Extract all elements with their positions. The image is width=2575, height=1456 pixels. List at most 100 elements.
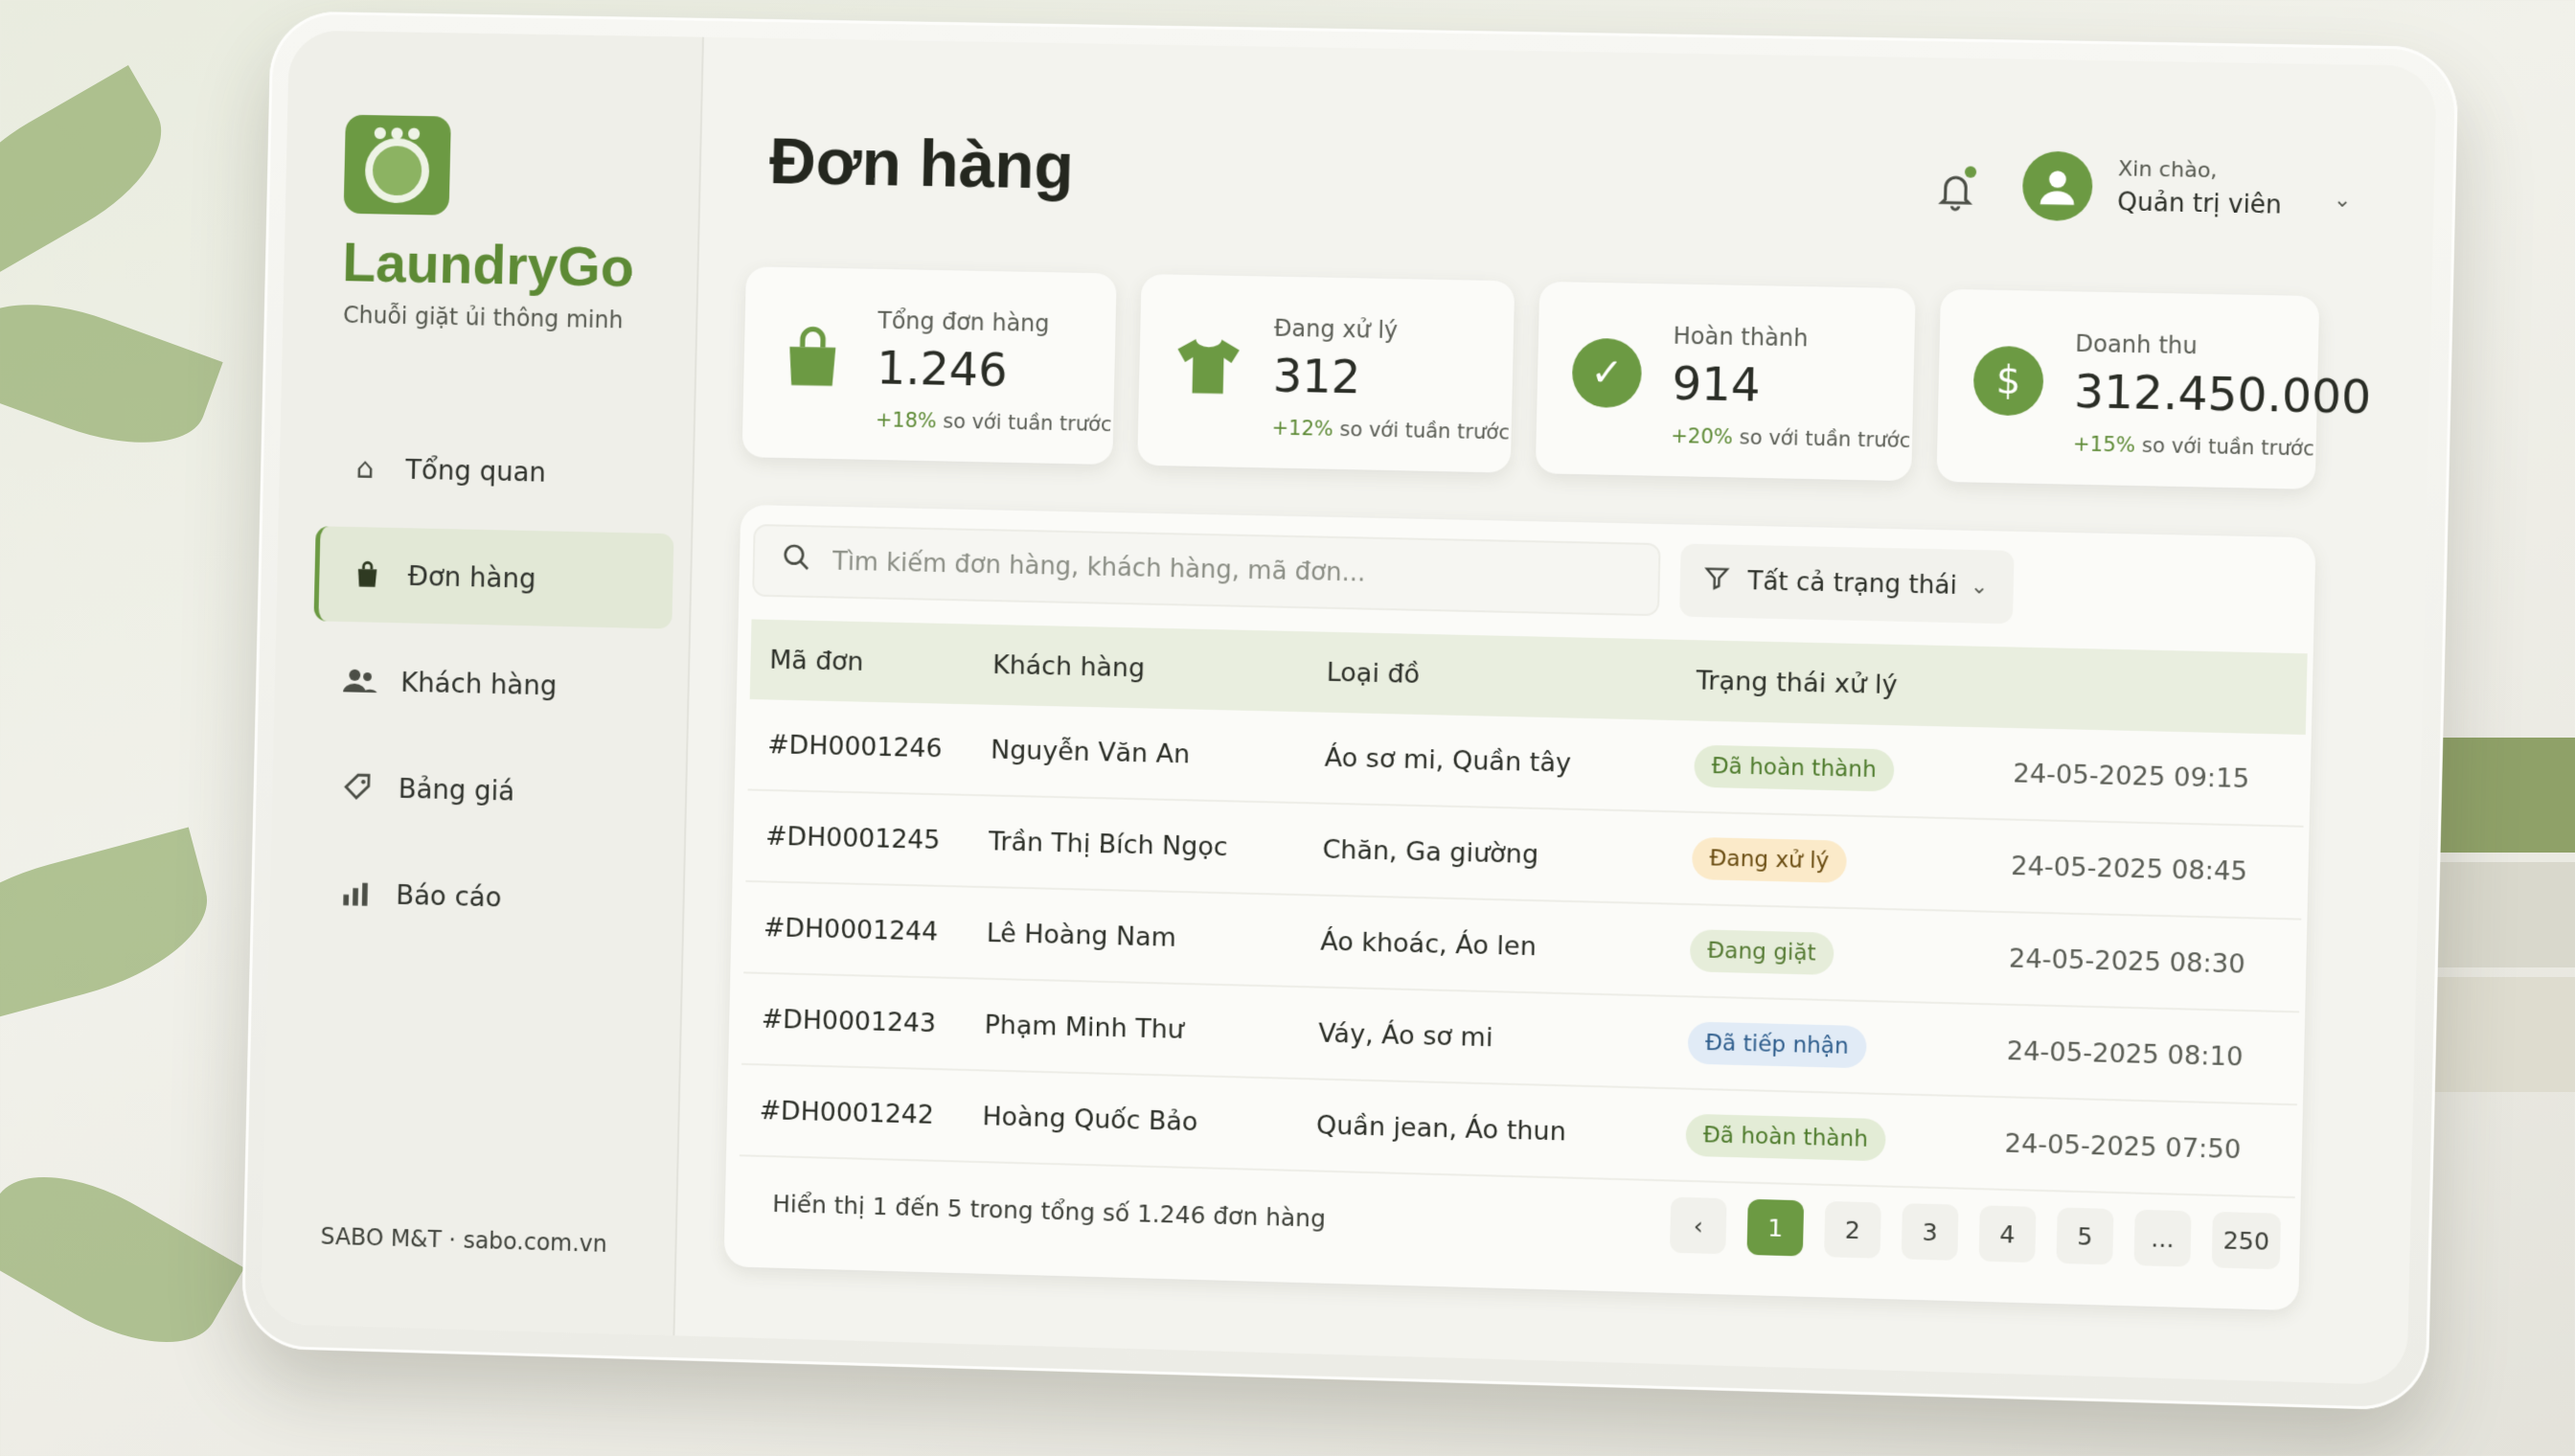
stat-label: Hoàn thành	[1673, 322, 1809, 353]
status-badge: Đang xử lý	[1691, 836, 1847, 883]
search-input[interactable]	[832, 547, 1616, 594]
sidebar: ●●● LaundryGo Chuỗi giặt ủi thông minh ⌂…	[260, 30, 704, 1336]
stat-card-revenue: $ Doanh thu 312.450.000 +15% so với tuần…	[1936, 288, 2372, 489]
sidebar-item-overview[interactable]: ⌂ Tổng quan	[316, 420, 676, 522]
stat-delta: +15% so với tuần trước	[2072, 432, 2315, 461]
price-tag-icon	[338, 766, 378, 808]
page-button-4[interactable]: 4	[1978, 1205, 2037, 1263]
stat-delta: +12% so với tuần trước	[1271, 416, 1511, 444]
sidebar-item-customers[interactable]: Khách hàng	[311, 632, 672, 736]
sidebar-item-reports[interactable]: Báo cáo	[307, 845, 667, 948]
status-badge: Đã hoàn thành	[1685, 1113, 1886, 1162]
sidebar-item-label: Khách hàng	[399, 666, 558, 701]
sidebar-item-label: Tổng quan	[404, 453, 547, 489]
stats-cards: Tổng đơn hàng 1.246 +18% so với tuần trư…	[741, 266, 2372, 489]
item-types: Quần jean, Áo thun	[1315, 1109, 1567, 1147]
stat-delta: +18% so với tuần trước	[875, 408, 1112, 437]
status-badge: Đã hoàn thành	[1694, 744, 1895, 792]
stat-label: Đang xử lý	[1273, 314, 1399, 345]
order-id: #DH0001246	[767, 729, 943, 763]
chevron-down-icon[interactable]: ⌄	[2334, 188, 2352, 213]
column-header[interactable]: Trạng thái xử lý	[1696, 666, 2016, 703]
customer-name: Phạm Minh Thư	[984, 1010, 1185, 1045]
order-time: 24-05-2025 09:15	[2013, 758, 2250, 794]
main-content: Đơn hàng Xin chào, Quản trị viên ⌄ Tổng …	[674, 37, 2437, 1385]
order-id: #DH0001245	[764, 821, 941, 855]
shopping-bag-icon	[347, 555, 387, 596]
app-screen: ●●● LaundryGo Chuỗi giặt ủi thông minh ⌂…	[260, 30, 2437, 1386]
status-badge: Đã tiếp nhận	[1687, 1021, 1867, 1069]
customer-name: Lê Hoàng Nam	[986, 918, 1177, 953]
sidebar-item-label: Đơn hàng	[407, 559, 536, 595]
page-button-5[interactable]: 5	[2056, 1207, 2114, 1265]
stat-value: 312	[1272, 349, 1361, 405]
check-circle-icon: ✓	[1571, 337, 1643, 409]
stat-label: Tổng đơn hàng	[877, 307, 1050, 338]
bar-chart-icon	[335, 873, 376, 914]
tablet-device: ●●● LaundryGo Chuỗi giặt ủi thông minh ⌂…	[240, 11, 2459, 1411]
orders-panel: Tất cả trạng thái ⌄ Mã đơn Khách hàng Lo…	[723, 504, 2316, 1311]
stat-value: 312.450.000	[2073, 364, 2372, 425]
stat-label: Doanh thu	[2075, 330, 2199, 360]
column-header[interactable]: Loại đồ	[1326, 657, 1697, 695]
sidebar-item-pricing[interactable]: Bảng giá	[308, 739, 669, 842]
sidebar-footer: SABO M&T · sabo.com.vn	[320, 1222, 608, 1258]
search-bar[interactable]	[752, 524, 1661, 617]
sidebar-item-orders[interactable]: Đơn hàng	[313, 526, 674, 629]
background-leaf	[0, 65, 186, 280]
filter-label: Tất cả trạng thái	[1746, 567, 1958, 601]
order-id: #DH0001244	[763, 912, 939, 947]
item-types: Áo khoác, Áo len	[1320, 926, 1538, 962]
sidebar-item-label: Bảng giá	[398, 772, 515, 808]
order-time: 24-05-2025 08:45	[2010, 851, 2248, 887]
user-greeting: Xin chào,	[2117, 157, 2218, 184]
stat-card-completed: ✓ Hoàn thành 914 +20% so với tuần trước	[1535, 281, 1916, 482]
home-icon: ⌂	[355, 451, 375, 486]
prev-page-button[interactable]: ‹	[1669, 1196, 1727, 1255]
column-header[interactable]: Khách hàng	[992, 649, 1327, 687]
user-role[interactable]: Quản trị viên	[2117, 188, 2282, 219]
pagination: ‹ 1 2 3 4 5 ... 250 ›	[1669, 1196, 2316, 1272]
users-icon	[340, 661, 380, 702]
customer-name: Hoàng Quốc Bảo	[982, 1101, 1198, 1137]
page-button-3[interactable]: 3	[1901, 1203, 1959, 1261]
order-time: 24-05-2025 08:30	[2008, 943, 2245, 980]
item-types: Chăn, Ga giường	[1322, 834, 1539, 870]
chevron-down-icon: ⌄	[1970, 574, 1989, 600]
item-types: Áo sơ mi, Quần tây	[1324, 742, 1572, 779]
order-id: #DH0001242	[759, 1095, 935, 1130]
page-button-2[interactable]: 2	[1824, 1200, 1881, 1259]
page-button-last[interactable]: 250	[2211, 1211, 2282, 1270]
page-ellipsis: ...	[2133, 1209, 2192, 1267]
background-leaf	[0, 277, 223, 470]
shopping-bag-icon	[778, 323, 848, 393]
stat-value: 1.246	[876, 341, 1009, 398]
status-filter-dropdown[interactable]: Tất cả trạng thái ⌄	[1679, 543, 2015, 625]
dollar-icon: $	[1972, 345, 2044, 417]
avatar[interactable]	[2021, 150, 2094, 222]
brand-name: LaundryGo	[341, 231, 635, 299]
shirt-icon	[1174, 330, 1243, 400]
background-leaf	[0, 827, 224, 1032]
order-time: 24-05-2025 08:10	[2006, 1035, 2244, 1072]
pagination-summary: Hiển thị 1 đến 5 trong tổng số 1.246 đơn…	[772, 1190, 1327, 1233]
stat-card-total-orders: Tổng đơn hàng 1.246 +18% so với tuần trư…	[741, 266, 1117, 466]
brand-tagline: Chuỗi giặt ủi thông minh	[342, 301, 624, 334]
stat-value: 914	[1671, 356, 1762, 413]
logo-washing-machine-icon: ●●●	[343, 114, 451, 216]
next-page-button[interactable]: ›	[2301, 1214, 2316, 1272]
page-title: Đơn hàng	[768, 125, 1075, 203]
item-types: Váy, Áo sơ mi	[1317, 1018, 1493, 1053]
filter-icon	[1703, 564, 1731, 599]
customer-name: Trần Thị Bích Ngọc	[988, 826, 1228, 862]
status-badge: Đang giặt	[1689, 929, 1834, 975]
search-icon	[781, 542, 812, 580]
order-id: #DH0001243	[761, 1004, 937, 1038]
customer-name: Nguyễn Văn An	[990, 735, 1191, 769]
column-header-empty	[2015, 688, 2306, 694]
sidebar-nav: ⌂ Tổng quan Đơn hàng Khách hàng Bảng giá…	[307, 420, 676, 960]
stat-delta: +20% so với tuần trước	[1670, 423, 1911, 453]
order-time: 24-05-2025 07:50	[2004, 1127, 2242, 1165]
column-header[interactable]: Mã đơn	[750, 645, 992, 680]
page-button-1[interactable]: 1	[1746, 1198, 1805, 1257]
